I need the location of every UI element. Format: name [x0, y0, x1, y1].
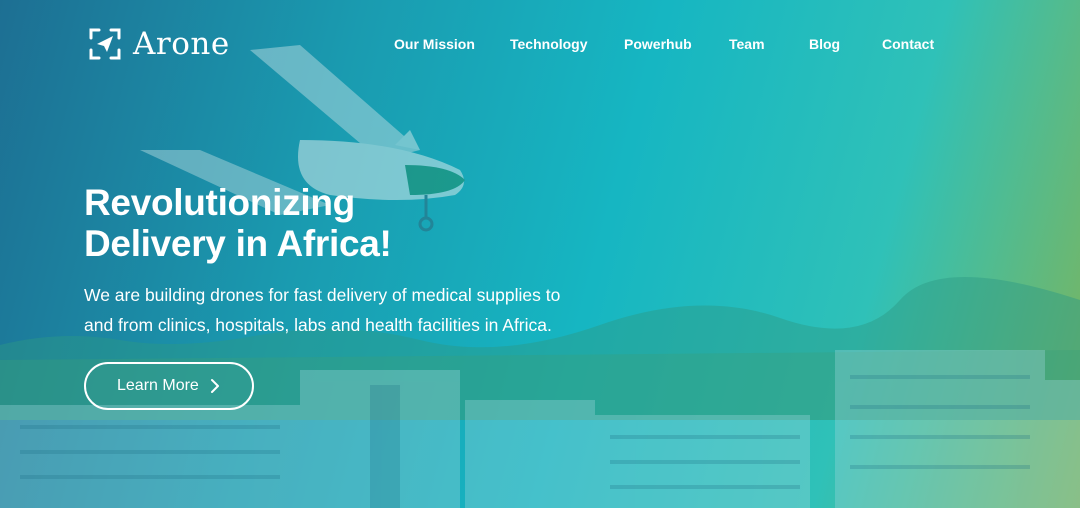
chevron-right-icon — [211, 379, 219, 393]
hero-subtitle: We are building drones for fast delivery… — [84, 280, 584, 340]
nav-item-technology[interactable]: Technology — [510, 36, 588, 52]
learn-more-label: Learn More — [117, 377, 199, 394]
nav-item-powerhub[interactable]: Powerhub — [624, 36, 692, 52]
paper-plane-frame-icon — [89, 28, 121, 60]
learn-more-button[interactable]: Learn More — [84, 362, 254, 410]
nav-item-contact[interactable]: Contact — [882, 36, 934, 52]
hero-subtitle-line-2: and from clinics, hospitals, labs and he… — [84, 315, 552, 335]
hero-headline-line-2: Delivery in Africa! — [84, 223, 392, 264]
nav-item-blog[interactable]: Blog — [809, 36, 840, 52]
hero-subtitle-line-1: We are building drones for fast delivery… — [84, 285, 561, 305]
nav-item-our-mission[interactable]: Our Mission — [394, 36, 475, 52]
hero-headline: Revolutionizing Delivery in Africa! — [84, 182, 544, 264]
nav-item-team[interactable]: Team — [729, 36, 765, 52]
brand-logo[interactable]: Arone — [87, 26, 230, 62]
hero-section: Arone Our Mission Technology Powerhub Te… — [0, 0, 1080, 508]
hero-headline-line-1: Revolutionizing — [84, 182, 355, 223]
brand-name: Arone — [133, 26, 230, 62]
